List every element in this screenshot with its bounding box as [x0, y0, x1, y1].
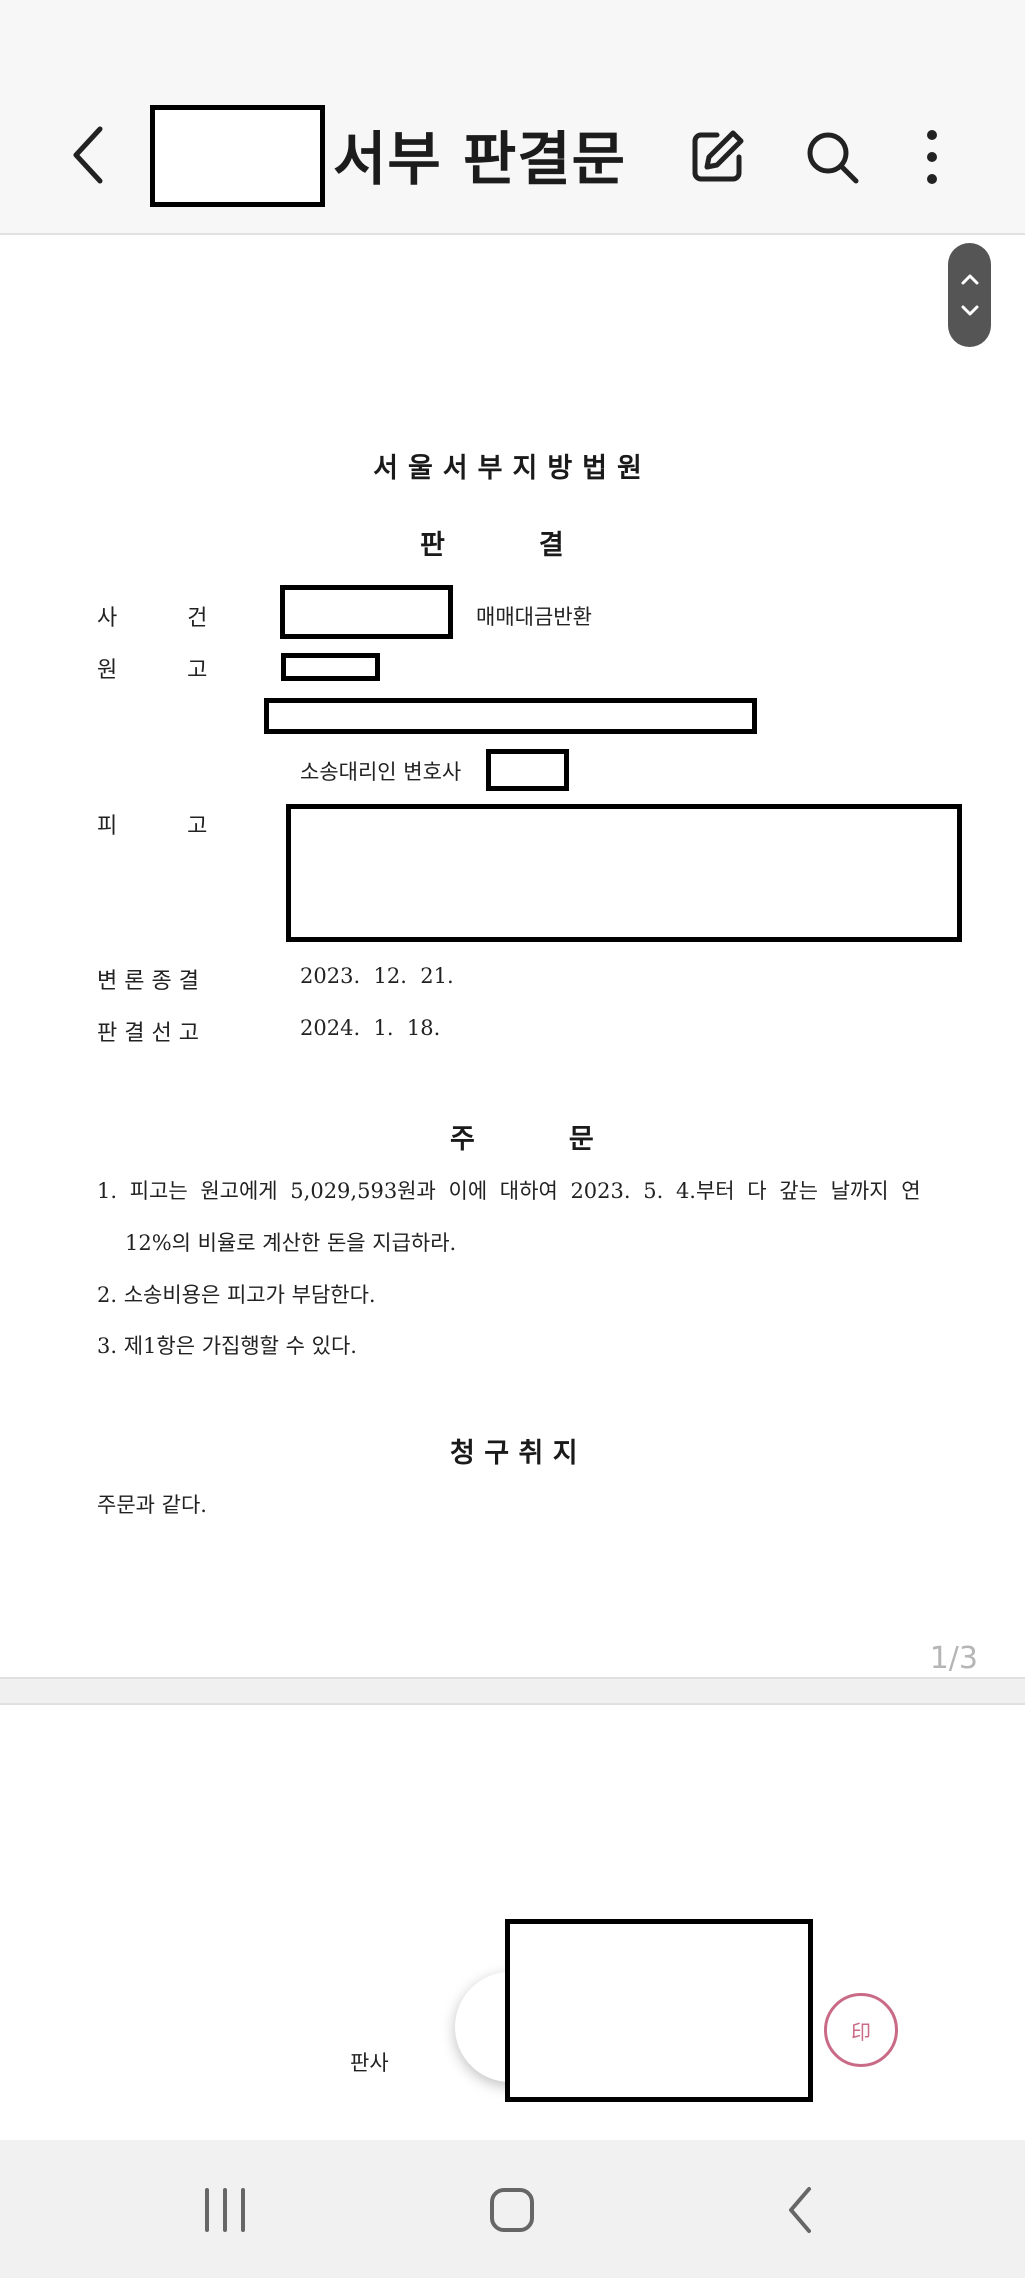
order-line-1: 1. 피고는 원고에게 5,029,593원과 이에 대하여 2023. 5. …	[97, 1179, 921, 1203]
judge-name-redaction	[505, 1919, 813, 2102]
judgment-heading: 판 결	[420, 530, 564, 561]
order-line-2: 2. 소송비용은 피고가 부담한다.	[97, 1283, 376, 1307]
plaintiff-label: 원 고	[97, 658, 208, 683]
page-indicator: 1/3	[929, 1641, 978, 1676]
attorney-label: 소송대리인 변호사	[300, 760, 462, 784]
judge-seal-stamp: 印	[824, 1993, 898, 2067]
plaintiff-name-redaction	[281, 653, 380, 681]
order-line-1-cont: 12%의 비율로 계산한 돈을 지급하라.	[125, 1231, 457, 1255]
edit-icon	[692, 130, 744, 182]
defendant-label: 피 고	[97, 814, 208, 839]
title-prefix-redaction	[150, 105, 325, 207]
back-icon	[73, 126, 103, 184]
judge-label: 판사	[350, 2051, 389, 2075]
chevron-up-icon	[961, 274, 978, 285]
document-title: 서부 판결문	[333, 125, 626, 193]
ruling-label: 판 결 선 고	[97, 1021, 199, 1046]
search-button[interactable]	[800, 125, 864, 189]
ruling-date: 2024. 1. 18.	[300, 1016, 441, 1040]
claim-heading: 청 구 취 지	[450, 1438, 578, 1469]
claim-text: 주문과 같다.	[97, 1493, 207, 1517]
back-button[interactable]	[60, 125, 120, 185]
back-nav-icon	[789, 2187, 811, 2233]
court-name: 서울서부지방법원	[373, 453, 652, 484]
app-bar: 서부 판결문	[0, 0, 1025, 235]
page-separator	[0, 1677, 1025, 1705]
home-icon	[490, 2188, 534, 2232]
fast-scroll-handle[interactable]	[948, 243, 991, 347]
back-nav-button[interactable]	[760, 2180, 840, 2240]
closing-date: 2023. 12. 21.	[300, 964, 454, 988]
order-heading: 주 문	[450, 1124, 594, 1155]
recent-apps-button[interactable]	[185, 2180, 265, 2240]
defendant-info-redaction	[286, 804, 962, 942]
case-label: 사 건	[97, 606, 208, 631]
more-icon	[927, 130, 937, 184]
order-line-3: 3. 제1항은 가집행할 수 있다.	[97, 1334, 357, 1358]
home-button[interactable]	[472, 2180, 552, 2240]
edit-button[interactable]	[685, 125, 749, 189]
chevron-down-icon	[961, 305, 978, 316]
case-type: 매매대금반환	[476, 605, 592, 629]
recent-apps-icon	[205, 2188, 245, 2232]
system-nav-bar	[0, 2140, 1025, 2278]
closing-label: 변 론 종 결	[97, 969, 199, 994]
more-options-button[interactable]	[910, 125, 954, 189]
plaintiff-address-redaction	[264, 698, 757, 734]
search-icon	[807, 132, 859, 184]
attorney-name-redaction	[486, 749, 569, 791]
case-number-redaction	[280, 585, 453, 639]
